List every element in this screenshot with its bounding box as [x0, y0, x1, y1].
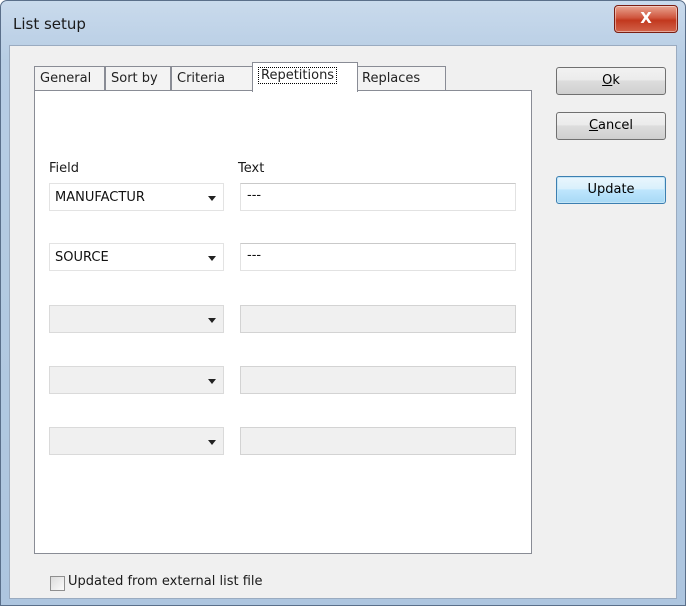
text-input-4[interactable]	[240, 366, 516, 394]
dialog-body: General Sort by Criteria Repetitions Rep…	[9, 45, 677, 599]
close-icon: X	[640, 9, 652, 27]
field-value: MANUFACTUR	[55, 190, 145, 205]
tab-label: Criteria	[177, 71, 226, 86]
ok-label: k	[612, 73, 620, 88]
field-select-4[interactable]	[49, 366, 224, 394]
close-button[interactable]: X	[614, 5, 678, 33]
field-column-header: Field	[49, 161, 80, 176]
tab-criteria[interactable]: Criteria	[171, 66, 254, 90]
chevron-down-icon	[208, 379, 216, 384]
tab-replaces[interactable]: Replaces	[356, 66, 446, 90]
cancel-accelerator: C	[588, 118, 599, 133]
tab-label: General	[40, 71, 92, 86]
update-label: Update	[587, 182, 635, 197]
chevron-down-icon	[208, 256, 216, 261]
ok-accelerator: O	[602, 73, 613, 88]
update-button[interactable]: Update	[556, 176, 666, 204]
repetitions-panel: Field Text MANUFACTUR --- SOURCE ---	[34, 90, 532, 554]
external-file-label: Updated from external list file	[68, 574, 263, 589]
text-value: ---	[247, 188, 262, 203]
text-column-header: Text	[238, 161, 265, 176]
window-title: List setup	[13, 15, 86, 33]
field-select-5[interactable]	[49, 427, 224, 455]
tab-label: Repetitions	[258, 67, 338, 84]
text-value: ---	[247, 248, 262, 263]
chevron-down-icon	[208, 318, 216, 323]
ok-button[interactable]: Ok	[556, 67, 666, 95]
tab-repetitions[interactable]: Repetitions	[252, 62, 358, 92]
title-bar: List setup X	[1, 1, 685, 45]
list-setup-dialog: List setup X General Sort by Criteria Re…	[0, 0, 686, 606]
tab-label: Replaces	[362, 71, 421, 86]
chevron-down-icon	[208, 440, 216, 445]
cancel-button[interactable]: Cancel	[556, 112, 666, 140]
text-input-1[interactable]: ---	[240, 183, 516, 211]
tab-general[interactable]: General	[34, 66, 105, 90]
field-value: SOURCE	[55, 250, 109, 265]
field-select-1[interactable]: MANUFACTUR	[49, 183, 224, 211]
field-select-2[interactable]: SOURCE	[49, 243, 224, 271]
cancel-label: ancel	[598, 118, 634, 133]
tab-label: Sort by	[111, 71, 158, 86]
external-file-checkbox[interactable]	[50, 576, 65, 591]
text-input-5[interactable]	[240, 427, 516, 455]
tab-sort-by[interactable]: Sort by	[105, 66, 171, 90]
chevron-down-icon	[208, 196, 216, 201]
text-input-2[interactable]: ---	[240, 243, 516, 271]
text-input-3[interactable]	[240, 305, 516, 333]
field-select-3[interactable]	[49, 305, 224, 333]
